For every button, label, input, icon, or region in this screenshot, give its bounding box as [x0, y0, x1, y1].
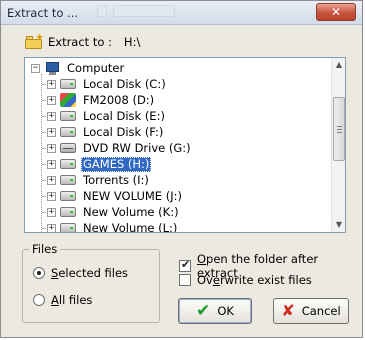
hard-drive-icon	[60, 223, 76, 232]
window-title: Extract to ...	[7, 6, 79, 20]
checkmark-icon: ✔	[196, 300, 211, 321]
tree-item-label: New Volume (L:)	[83, 220, 178, 233]
tree-item-drive[interactable]: + Local Disk (F:)	[47, 124, 165, 140]
tree-item-label: New Volume (K:)	[83, 204, 179, 219]
tree-item-label: Computer	[67, 60, 125, 75]
scroll-up-arrow-icon[interactable]: ▲	[332, 58, 345, 72]
expand-toggle[interactable]: +	[47, 143, 56, 153]
tree-item-drive[interactable]: + FM2008 (D:)	[47, 92, 156, 108]
tree-item-label: Local Disk (E:)	[83, 108, 165, 123]
grip-icon	[337, 126, 342, 133]
tree-connector	[41, 74, 42, 232]
expand-toggle[interactable]: +	[47, 127, 56, 137]
tree-item-label: DVD RW Drive (G:)	[83, 140, 191, 155]
hard-drive-icon	[60, 111, 76, 121]
tree-item-label: NEW VOLUME (J:)	[83, 188, 182, 203]
close-button[interactable]: ✕	[316, 3, 356, 21]
overwrite-label: Overwrite exist files	[197, 273, 312, 287]
tree-scrollbar[interactable]: ▲ ▼	[331, 58, 345, 232]
expand-toggle[interactable]: +	[47, 159, 56, 169]
overwrite-checkbox[interactable]	[179, 274, 191, 286]
extract-to-row: ✦ Extract to : H:\	[25, 31, 141, 52]
hard-drive-icon	[60, 191, 76, 201]
extract-to-label: Extract to :	[48, 35, 112, 49]
tree-item-drive[interactable]: + NEW VOLUME (J:)	[47, 188, 184, 204]
radio-label: All files	[51, 293, 93, 307]
fm2008-drive-icon	[60, 93, 76, 107]
overwrite-option[interactable]: Overwrite exist files	[179, 273, 312, 287]
expand-toggle[interactable]: +	[47, 191, 56, 201]
hard-drive-icon	[60, 175, 76, 185]
hard-drive-icon	[60, 127, 76, 137]
expand-toggle[interactable]: +	[47, 207, 56, 217]
radio-button[interactable]	[33, 267, 45, 279]
hard-drive-icon	[60, 207, 76, 217]
extract-to-path: H:\	[123, 35, 141, 49]
tree-item-drive[interactable]: + New Volume (K:)	[47, 204, 181, 220]
collapse-toggle[interactable]: −	[31, 63, 40, 73]
hard-drive-icon	[60, 159, 76, 169]
tree-item-drive[interactable]: + DVD RW Drive (G:)	[47, 140, 193, 156]
tree-item-label: Local Disk (C:)	[83, 76, 166, 91]
close-icon: ✕	[330, 5, 342, 19]
tree-item-drive[interactable]: + Torrents (I:)	[47, 172, 151, 188]
background-window-ghost	[113, 5, 175, 17]
files-groupbox: Files Selected files All files	[22, 242, 160, 323]
radio-selected-files[interactable]: Selected files	[33, 266, 128, 280]
scroll-down-arrow-icon[interactable]: ▼	[332, 218, 345, 232]
expand-toggle[interactable]: +	[47, 111, 56, 121]
radio-label: Selected files	[51, 266, 129, 280]
title-bar[interactable]: Extract to ... ✕	[1, 1, 362, 25]
tree-item-drive[interactable]: + Local Disk (E:)	[47, 108, 167, 124]
expand-toggle[interactable]: +	[47, 175, 56, 185]
expand-toggle[interactable]: +	[47, 79, 56, 89]
tree-item-label: GAMES (H:)	[81, 156, 152, 172]
dvd-drive-icon	[60, 143, 76, 153]
hard-drive-icon	[60, 79, 76, 89]
expand-toggle[interactable]: +	[47, 95, 56, 105]
extract-dialog: Extract to ... ✕ ✦ Extract to : H:\ − Co…	[0, 0, 363, 338]
files-group-legend: Files	[29, 242, 61, 256]
cancel-button[interactable]: ✘ Cancel	[273, 298, 349, 324]
cancel-x-icon: ✘	[281, 301, 295, 320]
open-folder-checkbox[interactable]	[179, 258, 191, 272]
tree-item-drive[interactable]: + Local Disk (C:)	[47, 76, 168, 92]
computer-icon	[44, 61, 60, 75]
folder-tree[interactable]: − Computer + Local Disk (C:) + FM2008 (D:) +…	[24, 57, 346, 233]
tree-item-drive[interactable]: + New Volume (L:)	[47, 220, 179, 233]
tree-item-label: FM2008 (D:)	[83, 92, 155, 107]
tree-item-label: Torrents (I:)	[83, 172, 149, 187]
radio-button[interactable]	[33, 294, 45, 306]
scrollbar-thumb[interactable]	[333, 97, 345, 161]
radio-all-files[interactable]: All files	[33, 293, 92, 307]
expand-toggle[interactable]: +	[47, 223, 56, 232]
ok-button[interactable]: ✔ OK	[178, 298, 252, 324]
new-folder-icon: ✦	[25, 31, 44, 49]
tree-item-computer[interactable]: − Computer	[31, 60, 126, 76]
tree-item-drive[interactable]: + GAMES (H:)	[47, 156, 152, 172]
background-window-ghost	[97, 5, 107, 17]
tree-item-label: Local Disk (F:)	[83, 124, 164, 139]
ok-label: OK	[217, 304, 234, 318]
cancel-label: Cancel	[301, 304, 341, 318]
